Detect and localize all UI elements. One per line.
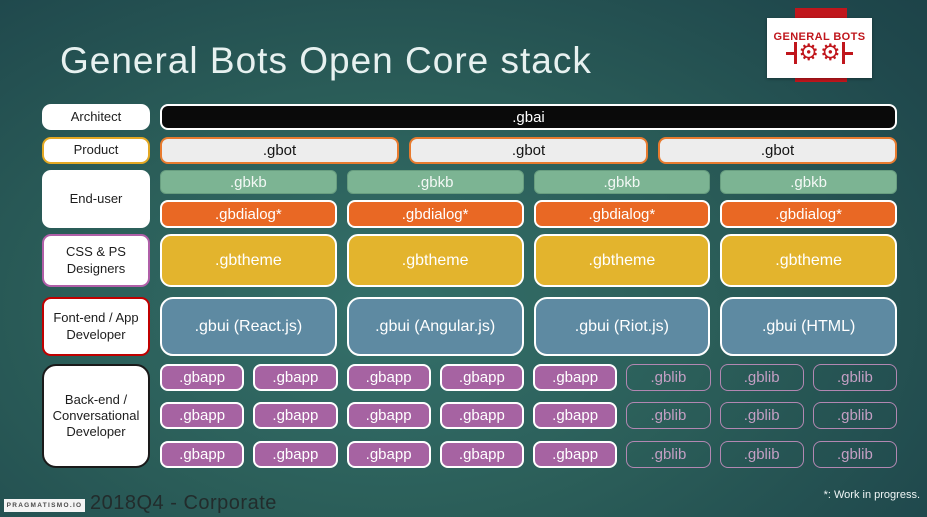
gbdialog-box: .gbdialog* <box>346 200 524 228</box>
gbapp-box: .gbapp <box>439 402 524 429</box>
gbtheme-box: .gbtheme <box>533 234 711 287</box>
gbot-row: .gbot .gbot .gbot <box>160 137 897 164</box>
role-label-architect: Architect <box>42 104 150 130</box>
gbkb-row: .gbkb .gbkb .gbkb .gbkb <box>160 170 897 194</box>
gbui-angular-box: .gbui (Angular.js) <box>346 297 524 356</box>
gbdialog-row: .gbdialog* .gbdialog* .gbdialog* .gbdial… <box>160 200 897 228</box>
gbdialog-box: .gbdialog* <box>160 200 337 228</box>
gear-icon: ⚙ <box>798 40 819 66</box>
gblib-box: .gblib <box>719 441 804 468</box>
gblib-box: .gblib <box>812 364 897 391</box>
page-title: General Bots Open Core stack <box>60 40 592 81</box>
gbapp-box: .gbapp <box>253 364 338 391</box>
gbapp-box: .gbapp <box>160 441 245 468</box>
gbapp-box: .gbapp <box>439 364 524 391</box>
gblib-box: .gblib <box>719 402 804 429</box>
gbkb-box: .gbkb <box>346 170 524 194</box>
backend-row-3: .gbapp .gbapp .gbapp .gbapp .gbapp .gbli… <box>160 441 897 468</box>
gblib-box: .gblib <box>719 364 804 391</box>
gbapp-box: .gbapp <box>346 402 431 429</box>
gblib-box: .gblib <box>626 402 711 429</box>
gbapp-box: .gbapp <box>533 402 618 429</box>
pragmatismo-brand-tag: PRAGMATISMO.IO <box>4 499 85 512</box>
gbapp-box: .gbapp <box>346 441 431 468</box>
role-label-product: Product <box>42 137 150 164</box>
slide-footer-label: 2018Q4 - Corporate <box>90 492 277 514</box>
gbapp-box: .gbapp <box>533 364 618 391</box>
gbkb-box: .gbkb <box>720 170 897 194</box>
slide: General Bots Open Core stack GENERAL BOT… <box>0 0 927 517</box>
gbdialog-box: .gbdialog* <box>720 200 897 228</box>
gbot-box: .gbot <box>409 137 648 164</box>
gbkb-box: .gbkb <box>533 170 711 194</box>
gbot-box: .gbot <box>658 137 897 164</box>
gbui-riot-box: .gbui (Riot.js) <box>533 297 711 356</box>
gbtheme-row: .gbtheme .gbtheme .gbtheme .gbtheme <box>160 234 897 287</box>
gbapp-box: .gbapp <box>160 364 245 391</box>
gbot-box: .gbot <box>160 137 399 164</box>
gear-axle-right <box>841 42 853 64</box>
gbapp-box: .gbapp <box>346 364 431 391</box>
gbui-react-box: .gbui (React.js) <box>160 297 337 356</box>
role-label-backend-conversational-developer: Back-end / Conversational Developer <box>42 364 150 468</box>
role-label-end-user: End-user <box>42 170 150 228</box>
gbui-row: .gbui (React.js) .gbui (Angular.js) .gbu… <box>160 297 897 356</box>
backend-row-2: .gbapp .gbapp .gbapp .gbapp .gbapp .gbli… <box>160 402 897 429</box>
gear-axle-left <box>786 42 798 64</box>
gear-icon: ⚙ <box>820 40 841 66</box>
gblib-box: .gblib <box>626 441 711 468</box>
role-label-css-ps-designers: CSS & PS Designers <box>42 234 150 287</box>
gbtheme-box: .gbtheme <box>160 234 337 287</box>
gbui-html-box: .gbui (HTML) <box>720 297 897 356</box>
gbapp-box: .gbapp <box>253 441 338 468</box>
gbapp-box: .gbapp <box>160 402 245 429</box>
gears-icon: ⚙ ⚙ <box>786 40 853 66</box>
gbkb-box: .gbkb <box>160 170 337 194</box>
gblib-box: .gblib <box>626 364 711 391</box>
backend-row-1: .gbapp .gbapp .gbapp .gbapp .gbapp .gbli… <box>160 364 897 391</box>
gbai-box: .gbai <box>160 104 897 130</box>
general-bots-logo: GENERAL BOTS ⚙ ⚙ <box>767 18 872 78</box>
gblib-box: .gblib <box>812 441 897 468</box>
gbapp-box: .gbapp <box>533 441 618 468</box>
gbdialog-box: .gbdialog* <box>533 200 711 228</box>
gbtheme-box: .gbtheme <box>346 234 524 287</box>
role-label-frontend-app-developer: Font-end / App Developer <box>42 297 150 356</box>
gblib-box: .gblib <box>812 402 897 429</box>
gbapp-box: .gbapp <box>253 402 338 429</box>
work-in-progress-note: *: Work in progress. <box>823 489 920 501</box>
gbapp-box: .gbapp <box>439 441 524 468</box>
gbtheme-box: .gbtheme <box>720 234 897 287</box>
